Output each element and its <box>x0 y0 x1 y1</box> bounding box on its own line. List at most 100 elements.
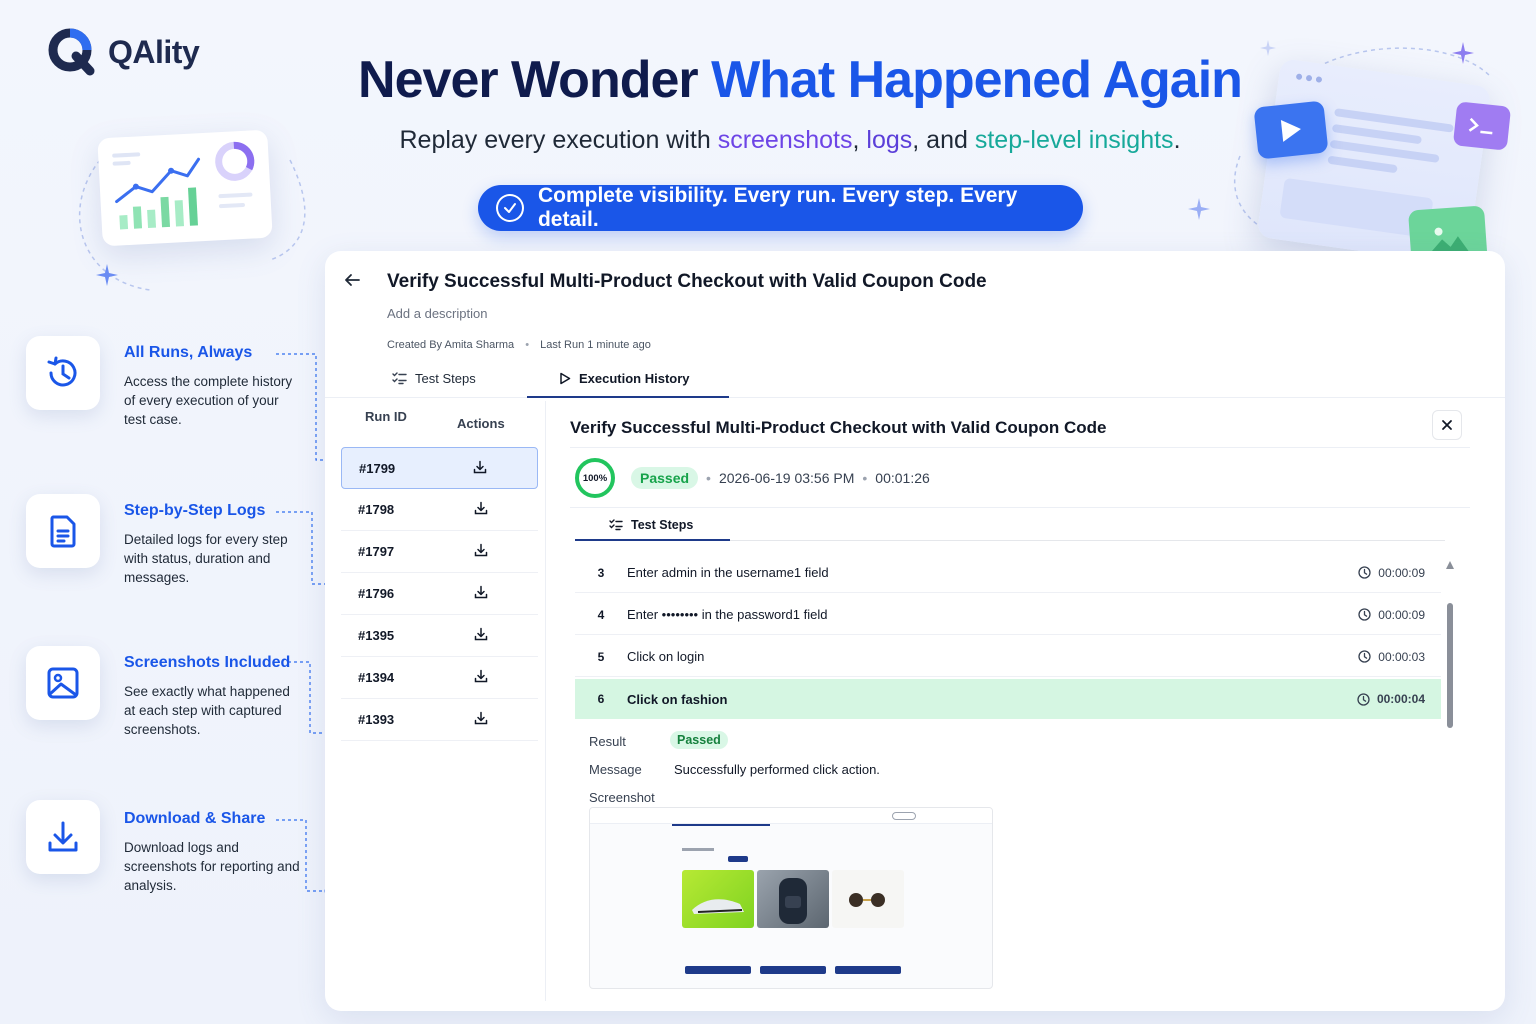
sep-dot: • <box>706 470 711 486</box>
run-row[interactable]: #1393 <box>341 699 538 741</box>
qality-logo-icon <box>46 26 98 78</box>
result-label: Result <box>589 734 626 749</box>
progress-ring: 100% <box>575 458 615 498</box>
hero-title: Never Wonder What Happened Again <box>300 50 1300 110</box>
download-icon[interactable] <box>474 711 488 728</box>
step-duration: 00:00:03 <box>1358 650 1441 664</box>
sub-logs: logs <box>866 126 913 154</box>
step-number: 6 <box>597 692 605 706</box>
meta-dot: • <box>525 339 530 351</box>
download-icon[interactable] <box>474 669 488 686</box>
last-run: Last Run 1 minute ago <box>540 339 651 351</box>
duration-value: 00:00:04 <box>1376 692 1425 706</box>
feature-desc: Access the complete history of every exe… <box>124 374 293 427</box>
run-id: #1796 <box>358 586 395 601</box>
close-button[interactable] <box>1432 410 1462 440</box>
step-duration: 00:00:09 <box>1358 608 1441 622</box>
tabs-divider <box>325 397 1505 398</box>
divider <box>570 447 1470 448</box>
hero-subtitle: Replay every execution with screenshots,… <box>300 126 1280 155</box>
run-row[interactable]: #1394 <box>341 657 538 699</box>
screenshot-filter <box>728 856 748 862</box>
step-row[interactable]: 3 Enter admin in the username1 field 00:00… <box>575 553 1441 593</box>
document-icon <box>50 515 76 548</box>
run-id: #1799 <box>359 460 396 476</box>
run-row[interactable]: #1799 <box>341 447 538 489</box>
execution-date: 2026-06-19 03:56 PM <box>718 470 855 486</box>
feature-title: Download & Share <box>124 810 266 827</box>
duration-value: 00:00:03 <box>1378 649 1425 664</box>
step-row[interactable]: 5 Click on login 00:00:03 <box>575 637 1441 677</box>
scrollbar-thumb[interactable] <box>1447 603 1453 728</box>
clock-icon <box>1358 608 1371 621</box>
sep-dot: • <box>862 470 868 486</box>
step-screenshot[interactable] <box>589 807 993 989</box>
feature-title: Screenshots Included <box>124 654 291 671</box>
screenshot-toggle <box>892 812 916 820</box>
tab-label: Execution History <box>579 371 690 386</box>
feature-screenshots-tile <box>26 646 100 720</box>
test-case-title: Verify Successful Multi-Product Checkout… <box>387 271 987 292</box>
back-arrow-icon[interactable] <box>343 271 361 295</box>
duration-value: 00:00:09 <box>1378 565 1425 580</box>
active-tab-indicator <box>527 396 729 398</box>
download-icon[interactable] <box>474 585 488 602</box>
execution-status-line: Passed • 2026-06-19 03:56 PM • 00:01:26 <box>631 467 930 489</box>
step-number: 4 <box>597 607 605 622</box>
tab-execution-history[interactable]: Execution History <box>559 371 690 386</box>
screenshot-tab-indicator <box>672 824 770 826</box>
download-icon[interactable] <box>474 501 488 518</box>
download-icon[interactable] <box>474 627 488 644</box>
sub-comma: , <box>852 126 867 154</box>
run-row[interactable]: #1796 <box>341 573 538 615</box>
run-row[interactable]: #1798 <box>341 489 538 531</box>
download-icon[interactable] <box>474 543 488 560</box>
visibility-pill: Complete visibility. Every run. Every st… <box>478 184 1083 231</box>
clock-icon <box>1358 566 1371 579</box>
sub-insights: step-level insights <box>974 126 1174 154</box>
product-image-sunglasses <box>832 870 904 928</box>
chart-illustration-card <box>97 129 273 247</box>
run-id: #1798 <box>358 502 395 517</box>
play-outline-icon <box>560 372 571 385</box>
tab-label: Test Steps <box>415 371 476 386</box>
created-by: Created By Amita Sharma <box>387 339 515 351</box>
add-to-cart-button <box>760 966 826 974</box>
screenshot-label: Screenshot <box>589 790 655 805</box>
description-placeholder[interactable]: Add a description <box>387 306 487 321</box>
message-label: Message <box>589 762 642 777</box>
brand-name: QAlity <box>108 33 200 70</box>
runs-header: Run ID Actions <box>341 401 545 447</box>
image-icon <box>47 667 79 699</box>
sparkle-icon <box>96 264 118 286</box>
feature-desc: Detailed logs for every step with status… <box>124 532 288 585</box>
step-row[interactable]: 6 Click on fashion 00:00:04 <box>575 679 1441 719</box>
run-row[interactable]: #1797 <box>341 531 538 573</box>
run-row[interactable]: #1395 <box>341 615 538 657</box>
play-icon <box>1253 100 1329 160</box>
screenshot-topbar <box>590 808 992 824</box>
clock-icon <box>1357 692 1370 706</box>
product-image-shoe <box>682 870 754 928</box>
scroll-up-arrow[interactable] <box>1446 561 1454 569</box>
check-circle-icon <box>496 194 524 222</box>
col-run-id: Run ID <box>365 409 407 424</box>
list-check-icon <box>609 519 623 531</box>
tab-test-steps[interactable]: Test Steps <box>392 371 476 386</box>
feature-history-tile <box>26 336 100 410</box>
step-row[interactable]: 4 Enter •••••••• in the password1 field 00… <box>575 595 1441 635</box>
subtab-test-steps[interactable]: Test Steps <box>609 518 693 532</box>
screenshot-heading <box>682 848 714 851</box>
download-icon[interactable] <box>473 460 487 477</box>
message-value: Successfully performed click action. <box>674 762 880 777</box>
pill-text: Complete visibility. Every run. Every st… <box>537 184 1018 231</box>
sub-screenshots: screenshots <box>717 126 853 154</box>
step-text: Enter admin in the username1 field <box>627 565 829 580</box>
feature-desc: Download logs and screenshots for report… <box>124 840 300 893</box>
step-duration: 00:00:04 <box>1357 692 1441 706</box>
sparkle-icon <box>1188 198 1210 220</box>
add-to-cart-button <box>685 966 751 974</box>
divider <box>570 507 1470 508</box>
run-rows: #1799 #1798 #1797 #1796 #1395 #1394 #1393 <box>341 447 545 741</box>
run-id: #1797 <box>358 544 395 559</box>
